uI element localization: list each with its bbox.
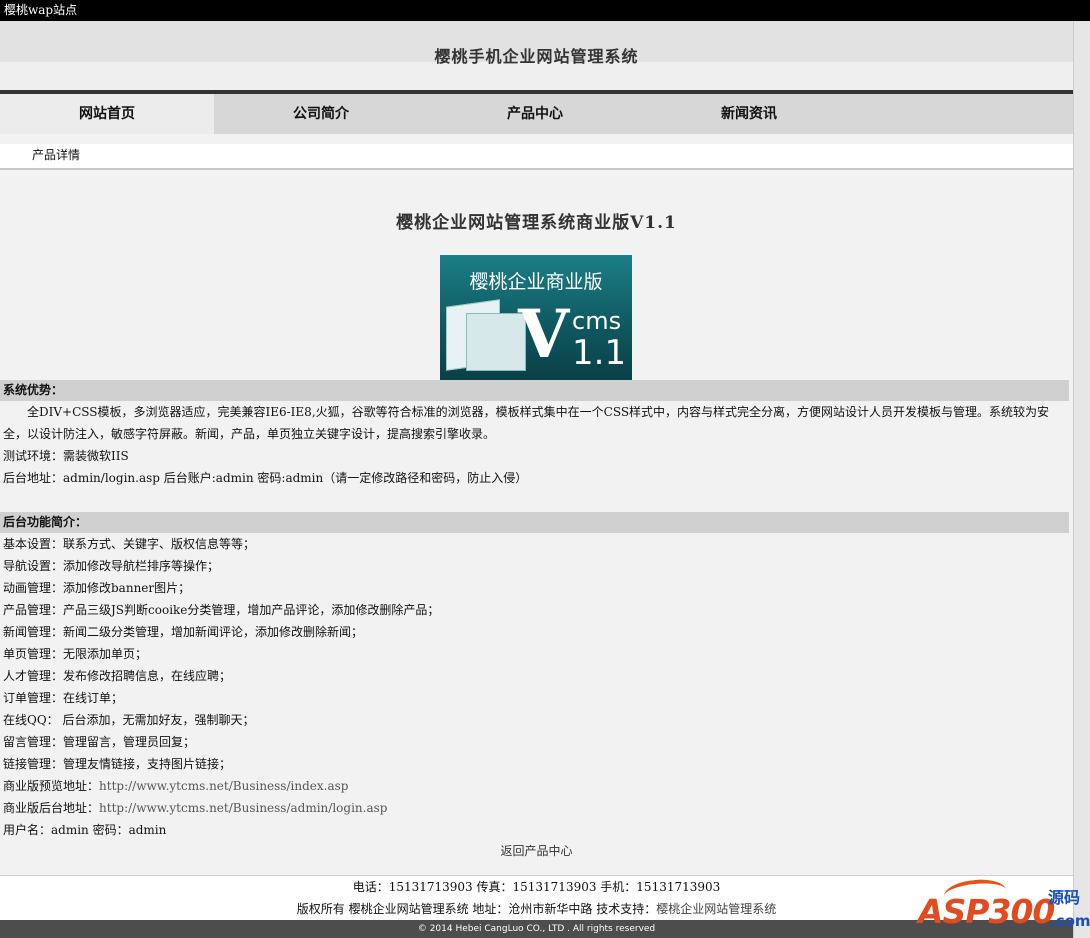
page-content: 樱桃手机企业网站管理系统 网站首页 公司简介 产品中心 新闻资讯 产品详情 樱桃… [0, 21, 1073, 938]
feature-item: 人才管理：发布修改招聘信息，在线应聘； [3, 669, 232, 683]
feature-item: 基本设置：联系方式、关键字、版权信息等等； [3, 537, 256, 551]
copyright-bar: © 2014 Hebei CangLuo CO., LTD . All righ… [0, 920, 1073, 938]
feature-item: 导航设置：添加修改导航栏排序等操作； [3, 559, 220, 573]
business-admin-address: 商业版后台地址：http://www.ytcms.net/Business/ad… [3, 797, 387, 819]
feature-item: 链接管理：管理友情链接，支持图片链接； [3, 757, 232, 771]
footer: 电话：15131713903 传真：15131713903 手机：1513171… [0, 876, 1073, 920]
preview-url-link[interactable]: http://www.ytcms.net/Business/index.asp [99, 779, 348, 793]
site-header: 樱桃手机企业网站管理系统 [0, 21, 1073, 90]
feature-item: 留言管理：管理留言，管理员回复； [3, 735, 196, 749]
business-admin-url-link[interactable]: http://www.ytcms.net/Business/admin/logi… [99, 801, 387, 815]
preview-label: 商业版预览地址： [3, 779, 100, 793]
credentials: 用户名：admin 密码：admin [3, 823, 167, 837]
feature-item: 产品管理：产品三级JS判断cooike分类管理，增加产品评论，添加修改删除产品； [3, 603, 440, 617]
product-image-cms: cms [572, 307, 622, 335]
feature-item: 在线QQ： 后台添加，无需加好友，强制聊天； [3, 713, 255, 727]
feature-item: 订单管理：在线订单； [3, 691, 124, 705]
footer-copyright-prefix: 版权所有 樱桃企业网站管理系统 地址：沧州市新华中路 技术支持： [296, 902, 657, 916]
product-image-version: 1.1 [572, 333, 627, 373]
screenshot-thumbnail [466, 313, 526, 371]
asp300-watermark-logo: ASP300 源码 .com [916, 876, 1090, 934]
breadcrumb-label[interactable]: 产品详情 [32, 144, 80, 166]
watermark-domain: .com [1050, 912, 1090, 930]
divider [0, 168, 1073, 170]
features-heading: 后台功能简介： [0, 512, 1069, 533]
test-environment: 测试环境：需装微软IIS [3, 449, 129, 463]
nav-item-about[interactable]: 公司简介 [214, 94, 428, 134]
watermark-suffix: 源码 [1048, 888, 1081, 907]
site-title: 樱桃手机企业网站管理系统 [434, 47, 639, 66]
watermark-brand: ASP300 [918, 892, 1055, 931]
feature-item: 动画管理：添加修改banner图片； [3, 581, 191, 595]
back-to-products-link[interactable]: 返回产品中心 [0, 842, 1073, 859]
footer-copyright: 版权所有 樱桃企业网站管理系统 地址：沧州市新华中路 技术支持：樱桃企业网站管理… [0, 898, 1073, 920]
footer-support-link[interactable]: 樱桃企业网站管理系统 [656, 902, 776, 916]
window-title: 樱桃wap站点 [0, 0, 1090, 21]
nav-item-news[interactable]: 新闻资讯 [642, 94, 856, 134]
breadcrumb: 产品详情 [0, 144, 1073, 168]
nav-item-products[interactable]: 产品中心 [428, 94, 642, 134]
preview-address: 商业版预览地址：http://www.ytcms.net/Business/in… [3, 775, 348, 797]
product-title: 樱桃企业网站管理系统商业版V1.1 [396, 213, 677, 233]
product-image-letter: V [518, 295, 570, 373]
feature-item: 单页管理：无限添加单页； [3, 647, 148, 661]
admin-address: 后台地址：admin/login.asp 后台账户:admin 密码:admin… [3, 471, 528, 485]
feature-item: 新闻管理：新闻二级分类管理，增加新闻评论，添加修改删除新闻； [3, 625, 364, 639]
business-admin-label: 商业版后台地址： [3, 801, 100, 815]
main-nav: 网站首页 公司简介 产品中心 新闻资讯 [0, 94, 1073, 134]
product-image: 樱桃企业商业版 V cms 1.1 [440, 255, 632, 381]
advantages-paragraph: 全DIV+CSS模板，多浏览器适应，完美兼容IE6-IE8,火狐，谷歌等符合标准… [3, 405, 1050, 441]
footer-contact: 电话：15131713903 传真：15131713903 手机：1513171… [352, 880, 721, 894]
vertical-scrollbar[interactable] [1073, 21, 1090, 938]
product-image-headline: 樱桃企业商业版 [469, 271, 603, 293]
nav-item-home[interactable]: 网站首页 [0, 94, 214, 134]
advantages-heading: 系统优势： [0, 380, 1069, 401]
